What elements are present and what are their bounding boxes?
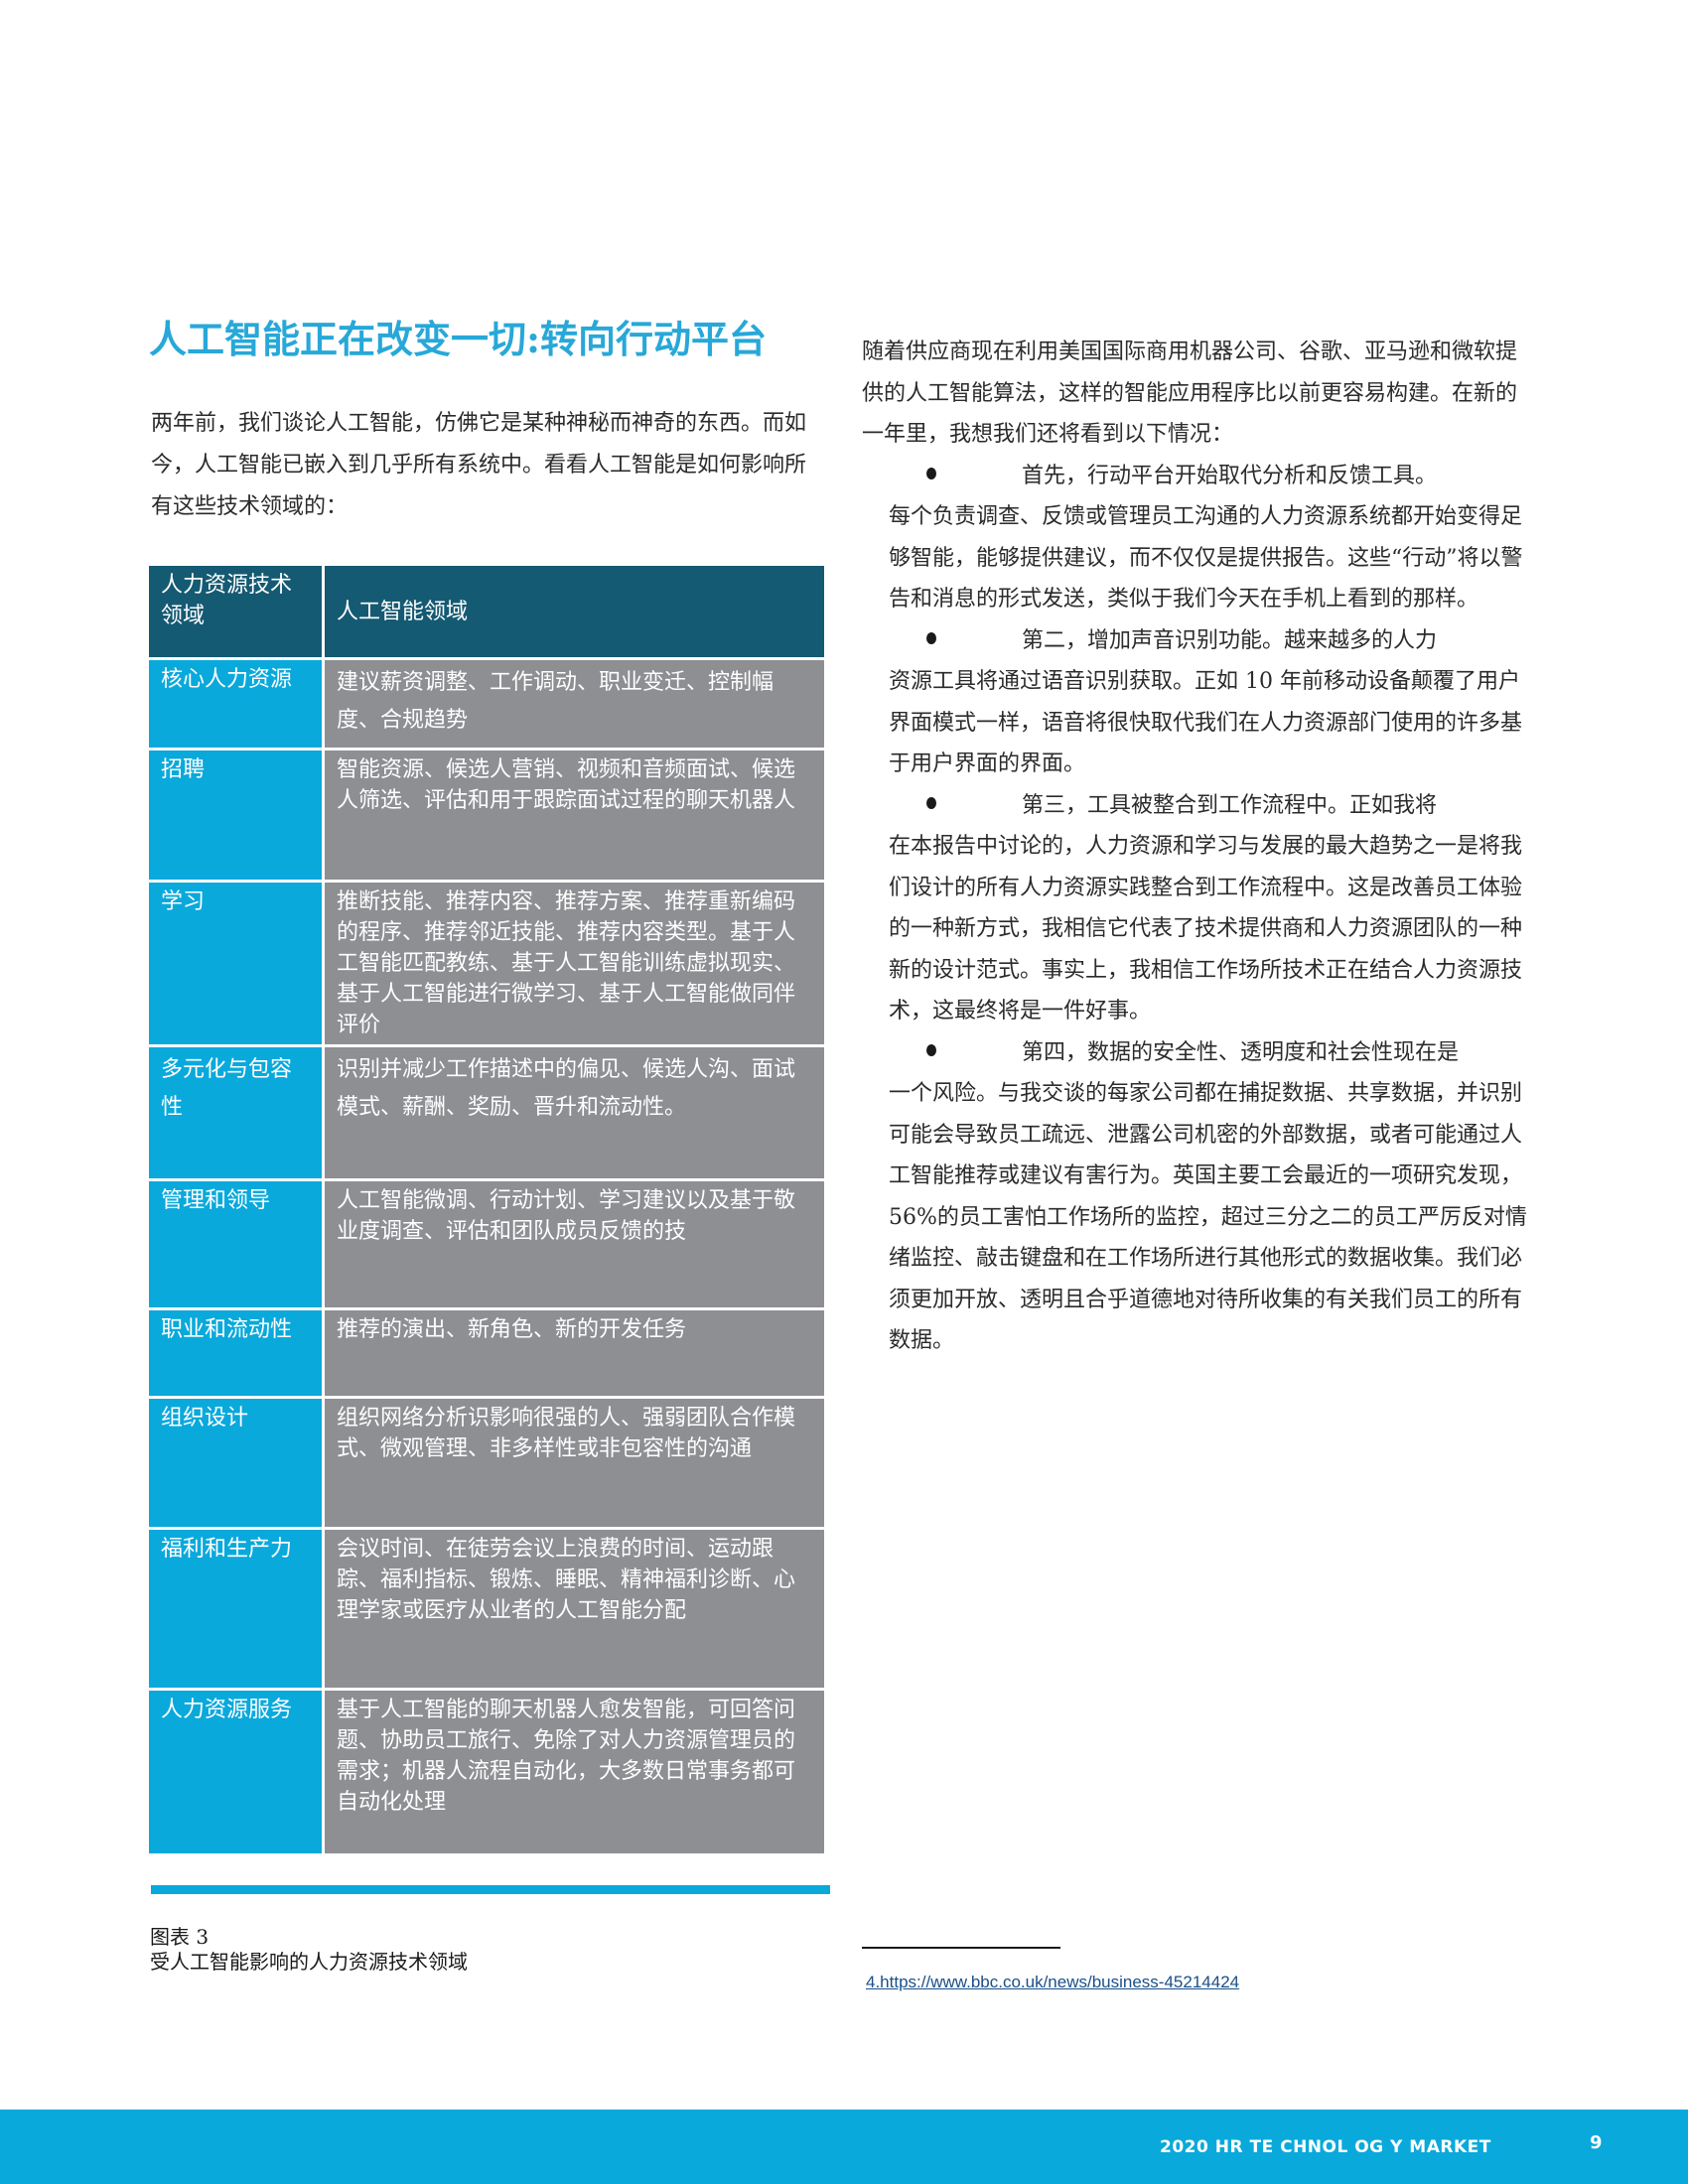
table-row: 招聘 智能资源、候选人营销、视频和音频面试、候选人筛选、评估和用于跟踪面试过程的… [149,751,824,883]
footnote-link[interactable]: 4.https://www.bbc.co.uk/news/business-45… [866,1972,1239,1993]
table-cell-area: 组织设计 [149,1399,325,1530]
table-row: 福利和生产力 会议时间、在徒劳会议上浪费的时间、运动跟踪、福利指标、锻炼、睡眠、… [149,1530,824,1691]
bullet-icon [926,1043,936,1056]
table-row: 核心人力资源 建议薪资调整、工作调动、职业变迁、控制幅度、合规趋势 [149,660,824,751]
bullet-item: 第三，工具被整合到工作流程中。正如我将 在本报告中讨论的，人力资源和学习与发展的… [889,785,1534,1032]
table-cell-area: 多元化与包容性 [149,1047,325,1181]
table-cell-area: 学习 [149,883,325,1047]
intro-paragraph: 两年前，我们谈论人工智能，仿佛它是某种神秘而神奇的东西。而如今，人工智能已嵌入到… [151,411,807,519]
bullet-item: 第四，数据的安全性、透明度和社会性现在是 一个风险。与我交谈的每家公司都在捕捉数… [889,1032,1534,1362]
bullet-icon [926,467,936,479]
right-column: 随着供应商现在利用美国国际商用机器公司、谷歌、亚马逊和微软提供的人工智能算法，这… [862,332,1537,1362]
table-row: 组织设计 组织网络分析识影响很强的人、强弱团队合作模式、微观管理、非多样性或非包… [149,1399,824,1530]
bullet-first-line: 第二，增加声音识别功能。越来越多的人力 [1022,627,1438,653]
table-row: 学习 推断技能、推荐内容、推荐方案、推荐重新编码的程序、推荐邻近技能、推荐内容类… [149,883,824,1047]
table-cell-area: 招聘 [149,751,325,883]
bullet-first-line: 第三，工具被整合到工作流程中。正如我将 [1022,792,1438,818]
table-cell-ai: 智能资源、候选人营销、视频和音频面试、候选人筛选、评估和用于跟踪面试过程的聊天机… [325,751,824,883]
table-row: 管理和领导 人工智能微调、行动计划、学习建议以及基于敬业度调查、评估和团队成员反… [149,1181,824,1310]
bullet-item: 第二，增加声音识别功能。越来越多的人力 资源工具将通过语音识别获取。正如 10 … [889,620,1534,785]
table-cell-ai: 人工智能微调、行动计划、学习建议以及基于敬业度调查、评估和团队成员反馈的技 [325,1181,824,1310]
table-cell-ai: 基于人工智能的聊天机器人愈发智能，可回答问题、协助员工旅行、免除了对人力资源管理… [325,1691,824,1853]
table-cell-area: 核心人力资源 [149,660,325,751]
bullet-first-line: 首先，行动平台开始取代分析和反馈工具。 [1022,463,1438,488]
footnote-divider [862,1947,1060,1949]
table-row: 人力资源服务 基于人工智能的聊天机器人愈发智能，可回答问题、协助员工旅行、免除了… [149,1691,824,1853]
table-cell-area: 人力资源服务 [149,1691,325,1853]
table-row: 多元化与包容性 识别并减少工作描述中的偏见、候选人沟、面试模式、薪酬、奖励、晋升… [149,1047,824,1181]
bullet-body: 在本报告中讨论的，人力资源和学习与发展的最大趋势之一是将我们设计的所有人力资源实… [889,834,1523,1024]
table-header-row: 人力资源技术领域 人工智能领域 [149,566,824,660]
table-cell-ai: 推荐的演出、新角色、新的开发任务 [325,1310,824,1399]
hr-tech-ai-table: 人力资源技术领域 人工智能领域 核心人力资源 建议薪资调整、工作调动、职业变迁、… [149,566,824,1853]
figure-label: 图表 3 [150,1925,210,1949]
table-cell-ai: 建议薪资调整、工作调动、职业变迁、控制幅度、合规趋势 [325,660,824,751]
right-lead-paragraph: 随着供应商现在利用美国国际商用机器公司、谷歌、亚马逊和微软提供的人工智能算法，这… [862,340,1518,447]
page-number: 9 [1590,2132,1603,2153]
bullet-first-line: 第四，数据的安全性、透明度和社会性现在是 [1022,1039,1460,1065]
table-cell-ai: 会议时间、在徒劳会议上浪费的时间、运动跟踪、福利指标、锻炼、睡眠、精神福利诊断、… [325,1530,824,1691]
table-header-ai-area: 人工智能领域 [325,566,824,660]
table-cell-area: 职业和流动性 [149,1310,325,1399]
bullet-icon [926,796,936,809]
bullet-body: 资源工具将通过语音识别获取。正如 10 年前移动设备颠覆了用户界面模式一样，语音… [889,669,1523,776]
table-cell-ai: 识别并减少工作描述中的偏见、候选人沟、面试模式、薪酬、奖励、晋升和流动性。 [325,1047,824,1181]
table-header-hr-area: 人力资源技术领域 [149,566,325,660]
bullet-body: 一个风险。与我交谈的每家公司都在捕捉数据、共享数据，并识别可能会导致员工疏远、泄… [889,1081,1527,1353]
table-cell-ai: 组织网络分析识影响很强的人、强弱团队合作模式、微观管理、非多样性或非包容性的沟通 [325,1399,824,1530]
page-title: 人工智能正在改变一切:转向行动平台 [149,317,768,361]
bullet-item: 首先，行动平台开始取代分析和反馈工具。 每个负责调查、反馈或管理员工沟通的人力资… [889,456,1534,620]
table-cell-ai: 推断技能、推荐内容、推荐方案、推荐重新编码的程序、推荐邻近技能、推荐内容类型。基… [325,883,824,1047]
figure-caption: 受人工智能影响的人力资源技术领域 [150,1950,468,1974]
table-cell-area: 管理和领导 [149,1181,325,1310]
bullet-body: 每个负责调查、反馈或管理员工沟通的人力资源系统都开始变得足够智能，能够提供建议，… [889,504,1523,612]
table-cell-area: 福利和生产力 [149,1530,325,1691]
footer-report-title: 2020 HR TE CHNOL OG Y MARKET [1160,2137,1491,2157]
table-row: 职业和流动性 推荐的演出、新角色、新的开发任务 [149,1310,824,1399]
table-accent-bar [151,1885,830,1894]
bullet-icon [926,631,936,644]
